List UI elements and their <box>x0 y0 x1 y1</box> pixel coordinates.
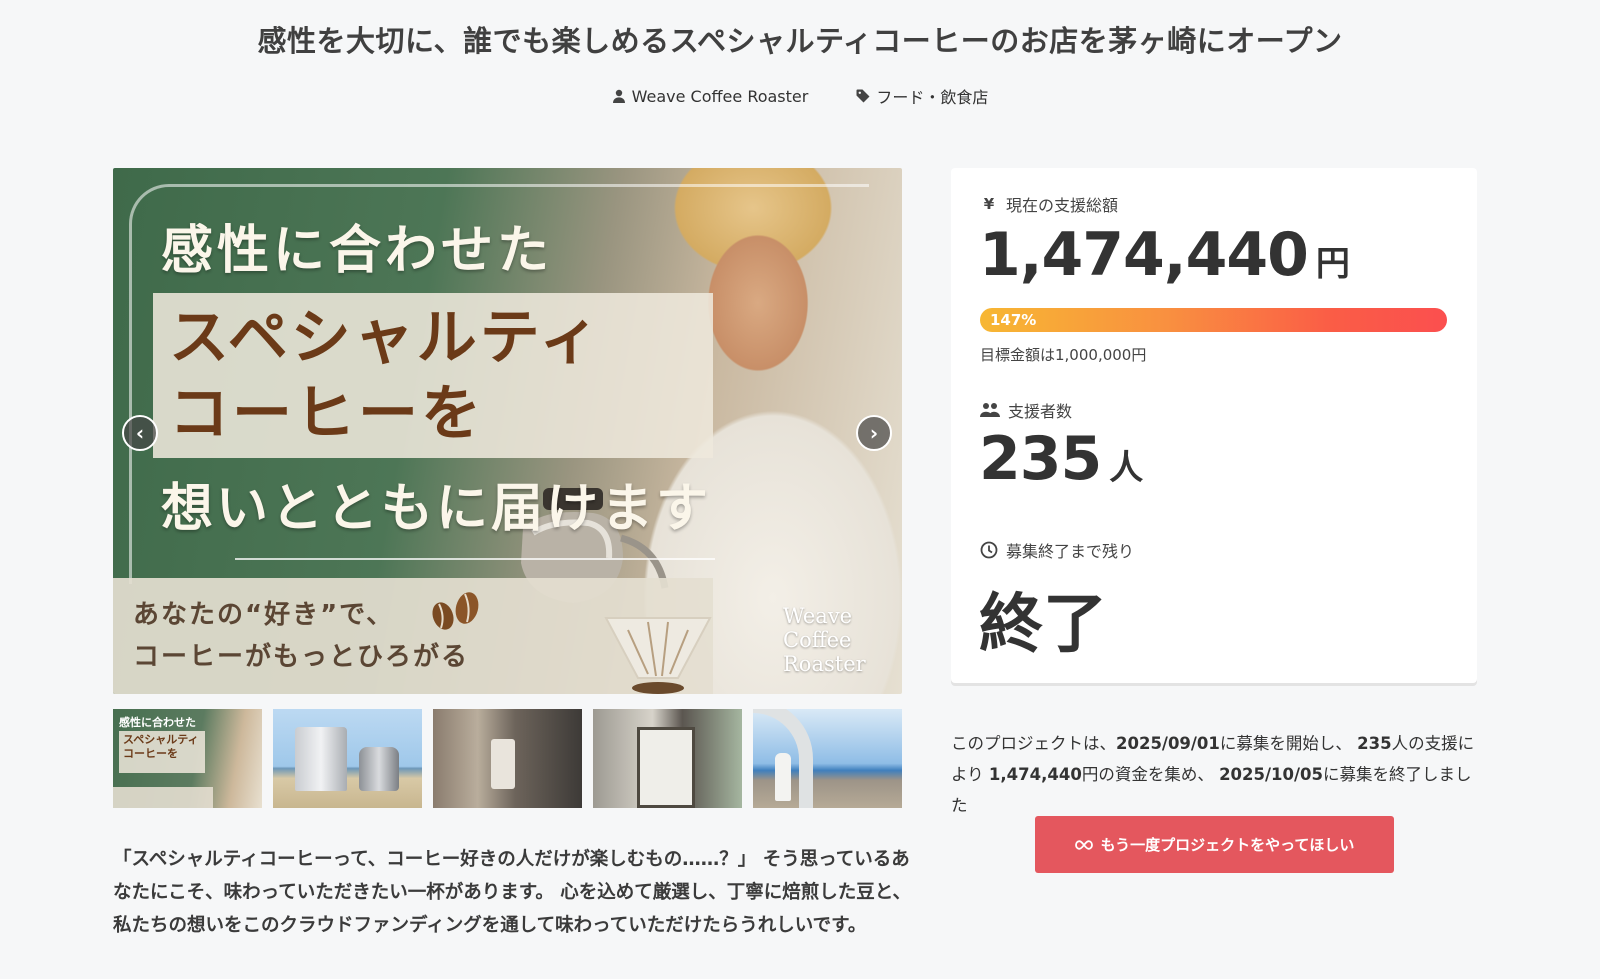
hero-copy-2a: スペシャルティ <box>169 303 603 373</box>
hero-image[interactable]: 感性に合わせた スペシャルティ コーヒーを 想いとともに届けます あなたの“好き… <box>113 168 902 694</box>
remaining-label: 募集終了まで残り <box>980 538 1134 562</box>
amount-label-text: 現在の支援総額 <box>1006 196 1119 215</box>
carousel-next-button[interactable]: › <box>856 415 892 451</box>
project-description: 「スペシャルティコーヒーって、コーヒー好きの人だけが楽しむもの……？」 そう思っ… <box>113 849 912 936</box>
summary-start-date: 2025/09/01 <box>1116 734 1220 753</box>
summary-text-4: 円の資金を集め、 <box>1081 765 1214 784</box>
yen-icon: ¥ <box>983 195 995 213</box>
progress-percent: 147% <box>990 311 1037 329</box>
summary-amount: 1,474,440 <box>988 765 1082 784</box>
thumb-copy-1: 感性に合わせた <box>119 716 196 729</box>
coffee-beans-icon <box>432 592 479 630</box>
thumb-bottom-band <box>113 787 213 808</box>
owner-name: Weave Coffee Roaster <box>631 86 809 106</box>
thumb-copy-2a: スペシャルティ <box>123 733 199 746</box>
hero-copy-1: 感性に合わせた <box>161 221 554 281</box>
thumbnail-5[interactable] <box>753 709 902 808</box>
progress-bar: 147% <box>980 308 1447 332</box>
shop-interior-photo <box>491 739 515 789</box>
thumb-copy-2: スペシャルティ コーヒーを <box>123 733 199 761</box>
chevron-right-icon: › <box>869 421 879 445</box>
carousel-prev-button[interactable]: ‹ <box>122 415 158 451</box>
thumbnail-1[interactable]: 感性に合わせた スペシャルティ コーヒーを <box>113 709 262 808</box>
clock-icon <box>980 541 998 559</box>
summary-end-date: 2025/10/05 <box>1219 765 1323 784</box>
hero-rule <box>235 558 715 560</box>
thumbnail-3[interactable] <box>433 709 582 808</box>
project-meta: Weave Coffee Roaster フード・飲食店 <box>0 84 1600 108</box>
hero-copy-4b: コーヒーがもっとひろがる <box>133 642 470 672</box>
summary-backers: 235 <box>1357 734 1392 753</box>
brand-logo: Weave Coffee Roaster <box>783 604 866 676</box>
brand-line-3: Roaster <box>783 652 866 676</box>
hero-copy-4a: あなたの“好き”で、 <box>133 600 395 630</box>
thumbnail-2[interactable] <box>273 709 422 808</box>
users-icon <box>980 403 1000 417</box>
amount-value: 1,474,440 円 <box>979 220 1350 290</box>
hero-copy-4: あなたの“好き”で、 コーヒーがもっとひろがる <box>133 594 469 678</box>
shop-entrance-photo <box>637 727 695 808</box>
remaining-value: 終了 <box>979 588 1107 662</box>
person-photo <box>775 753 791 801</box>
infinity-icon <box>1074 839 1093 850</box>
stats-card: ¥ 現在の支援総額 1,474,440 円 147% 目標金額は1,000,00… <box>951 168 1477 683</box>
owner-link[interactable]: Weave Coffee Roaster <box>612 84 809 108</box>
backers-unit: 人 <box>1109 448 1144 488</box>
hero-copy-2: スペシャルティ コーヒーを <box>169 300 602 452</box>
brand-line-2: Coffee <box>783 628 852 652</box>
amount-label: ¥ 現在の支援総額 <box>980 192 1118 216</box>
project-summary: このプロジェクトは、2025/09/01に募集を開始し、 235人の支援により … <box>951 728 1481 821</box>
goal-amount: 目標金額は1,000,000円 <box>980 346 1147 364</box>
remaining-label-text: 募集終了まで残り <box>1006 542 1135 561</box>
backers-label-text: 支援者数 <box>1008 402 1073 421</box>
amount-number: 1,474,440 <box>979 220 1309 290</box>
hero-copy-3: 想いとともに届けます <box>161 479 712 539</box>
request-again-label: もう一度プロジェクトをやってほしい <box>1100 836 1355 854</box>
category-link[interactable]: フード・飲食店 <box>856 84 988 108</box>
kettle-photo <box>359 747 399 791</box>
backers-value: 235 人 <box>979 424 1143 494</box>
thumbnail-strip: 感性に合わせた スペシャルティ コーヒーを <box>113 709 902 808</box>
request-again-button[interactable]: もう一度プロジェクトをやってほしい <box>1035 816 1394 873</box>
brand-line-1: Weave <box>783 604 853 628</box>
summary-text-2: に募集を開始し、 <box>1219 734 1352 753</box>
category-name: フード・飲食店 <box>876 88 989 107</box>
thumbnail-4[interactable] <box>593 709 742 808</box>
chevron-left-icon: ‹ <box>135 421 145 445</box>
summary-text-1: このプロジェクトは、 <box>951 734 1116 753</box>
hero-copy-2b: コーヒーを <box>169 379 484 449</box>
user-icon <box>612 89 625 103</box>
tag-icon <box>856 89 870 103</box>
thumb-copy-2b: コーヒーを <box>123 747 178 760</box>
backers-label: 支援者数 <box>980 398 1072 422</box>
backers-number: 235 <box>979 424 1102 494</box>
coffee-bag-photo <box>295 727 347 791</box>
dripper-illustration <box>604 617 712 694</box>
amount-unit: 円 <box>1315 244 1350 284</box>
page-title: 感性を大切に、誰でも楽しめるスペシャルティコーヒーのお店を茅ヶ崎にオープン <box>257 24 1343 58</box>
